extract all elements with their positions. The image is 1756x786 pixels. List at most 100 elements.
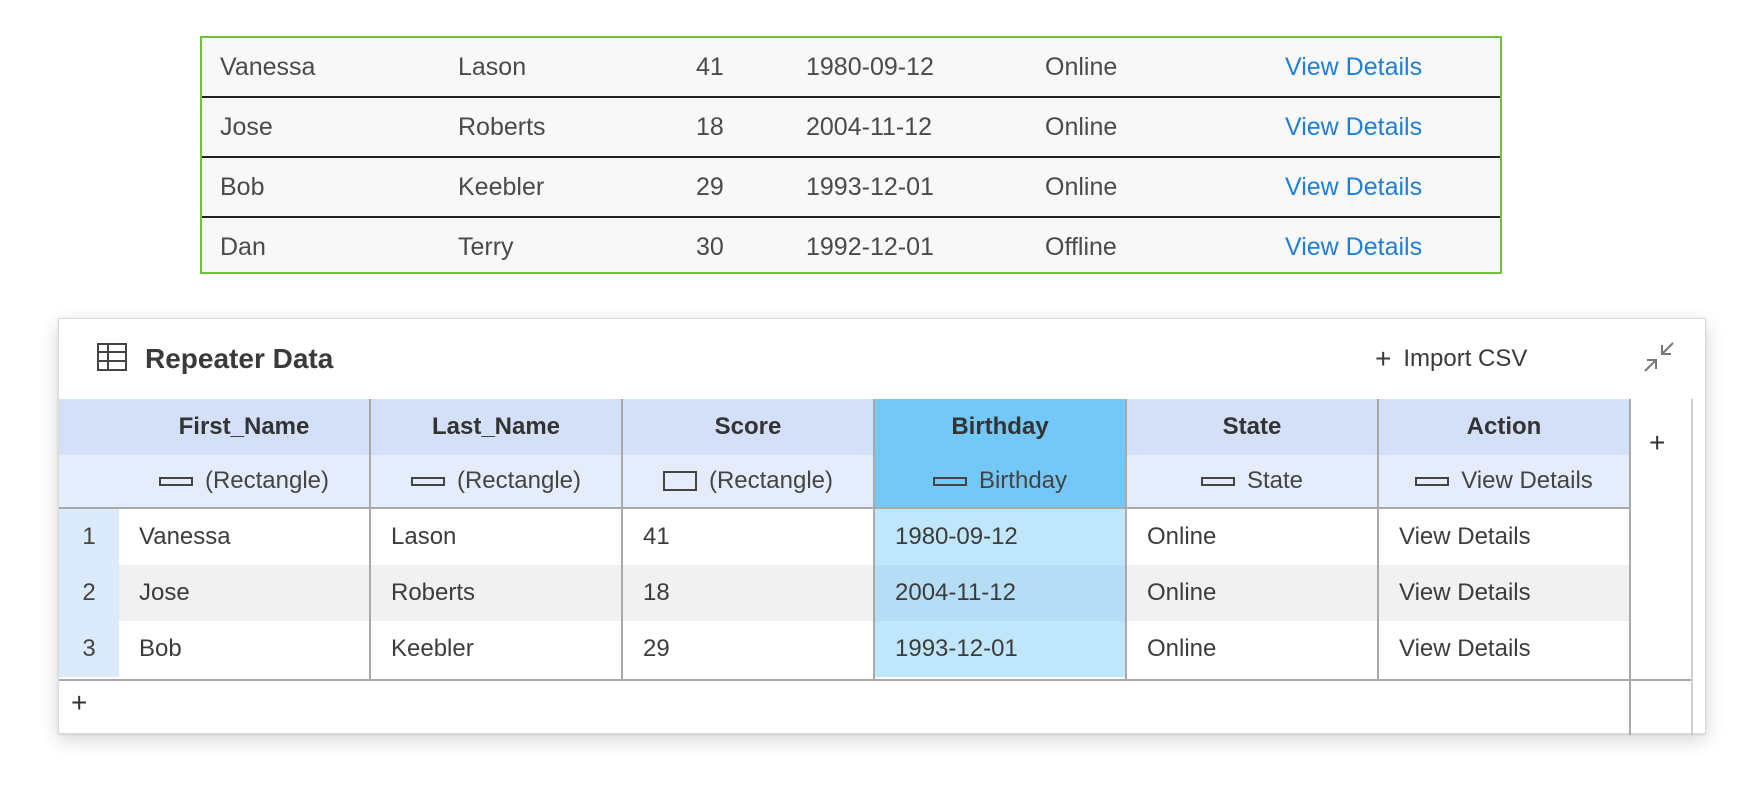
column-divider: [873, 509, 875, 679]
table-cell[interactable]: 29: [643, 621, 875, 677]
table-cell[interactable]: Keebler: [391, 621, 623, 677]
column-binding-label: (Rectangle): [456, 467, 582, 494]
table-cell[interactable]: Vanessa: [139, 509, 371, 565]
column-binding[interactable]: (Rectangle): [371, 455, 621, 509]
table-cell[interactable]: Bob: [139, 621, 371, 677]
row-index: 1: [59, 509, 119, 565]
table-icon: [97, 343, 127, 371]
column-header-last-name[interactable]: Last_Name (Rectangle): [371, 399, 623, 509]
repeater-grid: First_Name (Rectangle) Last_Name (Rectan…: [59, 399, 1631, 735]
column-binding-label: (Rectangle): [204, 467, 330, 494]
preview-row[interactable]: Dan Terry 30 1992-12-01 Offline View Det…: [202, 218, 1500, 276]
repeater-preview[interactable]: Vanessa Lason 41 1980-09-12 Online View …: [200, 36, 1502, 274]
column-name: Birthday: [951, 413, 1049, 440]
panel-header: Repeater Data + Import CSV: [59, 319, 1705, 399]
import-csv-label: Import CSV: [1403, 345, 1528, 372]
preview-birthday: 2004-11-12: [806, 112, 933, 141]
rectangle-thin-icon: [158, 476, 193, 486]
column-binding[interactable]: Birthday: [875, 455, 1125, 509]
plus-icon: +: [1375, 343, 1392, 374]
table-cell[interactable]: Roberts: [391, 565, 623, 621]
preview-last-name: Keebler: [458, 172, 545, 201]
table-cell[interactable]: 41: [643, 509, 875, 565]
rectangle-thin-icon: [410, 476, 445, 486]
table-cell[interactable]: Online: [1147, 565, 1379, 621]
column-name: Last_Name: [431, 413, 561, 440]
rectangle-icon: [662, 471, 697, 491]
column-binding[interactable]: State: [1127, 455, 1377, 509]
add-column-footer: [1631, 679, 1691, 735]
column-divider: [1125, 509, 1127, 679]
column-header-score[interactable]: Score (Rectangle): [623, 399, 875, 509]
view-details-link[interactable]: View Details: [1285, 218, 1422, 276]
table-cell[interactable]: 2004-11-12: [875, 565, 1127, 621]
table-cell[interactable]: View Details: [1399, 621, 1629, 677]
table-cell[interactable]: 1980-09-12: [875, 509, 1127, 565]
add-row-bar: +: [59, 679, 1629, 735]
table-cell[interactable]: Lason: [391, 509, 623, 565]
repeater-data-panel: Repeater Data + Import CSV First_Name (R…: [58, 318, 1706, 735]
column-header-action[interactable]: Action View Details: [1379, 399, 1631, 509]
preview-score: 41: [696, 52, 724, 81]
column-name: State: [1222, 413, 1282, 440]
view-details-link[interactable]: View Details: [1285, 98, 1422, 156]
column-divider: [369, 509, 371, 679]
preview-first-name: Bob: [220, 172, 265, 201]
rectangle-thin-icon: [1415, 476, 1450, 486]
preview-birthday: 1980-09-12: [806, 52, 934, 81]
preview-row[interactable]: Bob Keebler 29 1993-12-01 Online View De…: [202, 158, 1500, 218]
column-binding-label: (Rectangle): [708, 467, 834, 494]
view-details-link[interactable]: View Details: [1285, 158, 1422, 216]
preview-score: 29: [696, 172, 724, 201]
column-divider: [1377, 509, 1379, 679]
column-binding-label: State: [1246, 467, 1304, 494]
table-cell[interactable]: View Details: [1399, 509, 1629, 565]
panel-title: Repeater Data: [145, 343, 334, 374]
row-index: 2: [59, 565, 119, 621]
column-binding[interactable]: (Rectangle): [119, 455, 369, 509]
preview-last-name: Terry: [458, 232, 514, 261]
preview-state: Online: [1045, 112, 1118, 141]
column-name: Action: [1466, 413, 1542, 440]
table-cell[interactable]: Online: [1147, 509, 1379, 565]
preview-birthday: 1992-12-01: [806, 232, 934, 261]
rectangle-thin-icon: [1200, 476, 1235, 486]
view-details-link[interactable]: View Details: [1285, 38, 1422, 96]
collapse-icon[interactable]: [1641, 339, 1677, 375]
preview-first-name: Dan: [220, 232, 266, 261]
preview-state: Offline: [1045, 232, 1117, 261]
table-cell[interactable]: 18: [643, 565, 875, 621]
index-column-header: [59, 399, 119, 509]
table-cell[interactable]: 1993-12-01: [875, 621, 1127, 677]
table-cell[interactable]: Online: [1147, 621, 1379, 677]
table-row[interactable]: 1 Vanessa Lason 41 1980-09-12 Online Vie…: [59, 509, 1629, 565]
column-binding-label: View Details: [1461, 467, 1593, 494]
column-binding[interactable]: (Rectangle): [623, 455, 873, 509]
preview-birthday: 1993-12-01: [806, 172, 934, 201]
column-binding[interactable]: View Details: [1379, 455, 1629, 509]
table-cell[interactable]: View Details: [1399, 565, 1629, 621]
add-column-button[interactable]: +: [1649, 427, 1665, 459]
column-header-state[interactable]: State State: [1127, 399, 1379, 509]
preview-first-name: Jose: [220, 112, 273, 141]
preview-first-name: Vanessa: [220, 52, 316, 81]
preview-score: 30: [696, 232, 724, 261]
preview-state: Online: [1045, 52, 1118, 81]
preview-row[interactable]: Jose Roberts 18 2004-11-12 Online View D…: [202, 98, 1500, 158]
column-header-first-name[interactable]: First_Name (Rectangle): [119, 399, 371, 509]
rectangle-thin-icon: [932, 476, 967, 486]
import-csv-button[interactable]: + Import CSV: [1375, 341, 1527, 377]
preview-last-name: Roberts: [458, 112, 546, 141]
column-header-birthday[interactable]: Birthday Birthday: [875, 399, 1127, 509]
add-column-area: +: [1629, 399, 1693, 735]
preview-row[interactable]: Vanessa Lason 41 1980-09-12 Online View …: [202, 38, 1500, 98]
table-row[interactable]: 2 Jose Roberts 18 2004-11-12 Online View…: [59, 565, 1629, 621]
table-row[interactable]: 3 Bob Keebler 29 1993-12-01 Online View …: [59, 621, 1629, 677]
add-row-button[interactable]: +: [71, 687, 87, 719]
table-cell[interactable]: Jose: [139, 565, 371, 621]
preview-state: Online: [1045, 172, 1118, 201]
column-name: First_Name: [178, 413, 310, 440]
column-divider: [621, 509, 623, 679]
column-name: Score: [714, 413, 782, 440]
row-index: 3: [59, 621, 119, 677]
